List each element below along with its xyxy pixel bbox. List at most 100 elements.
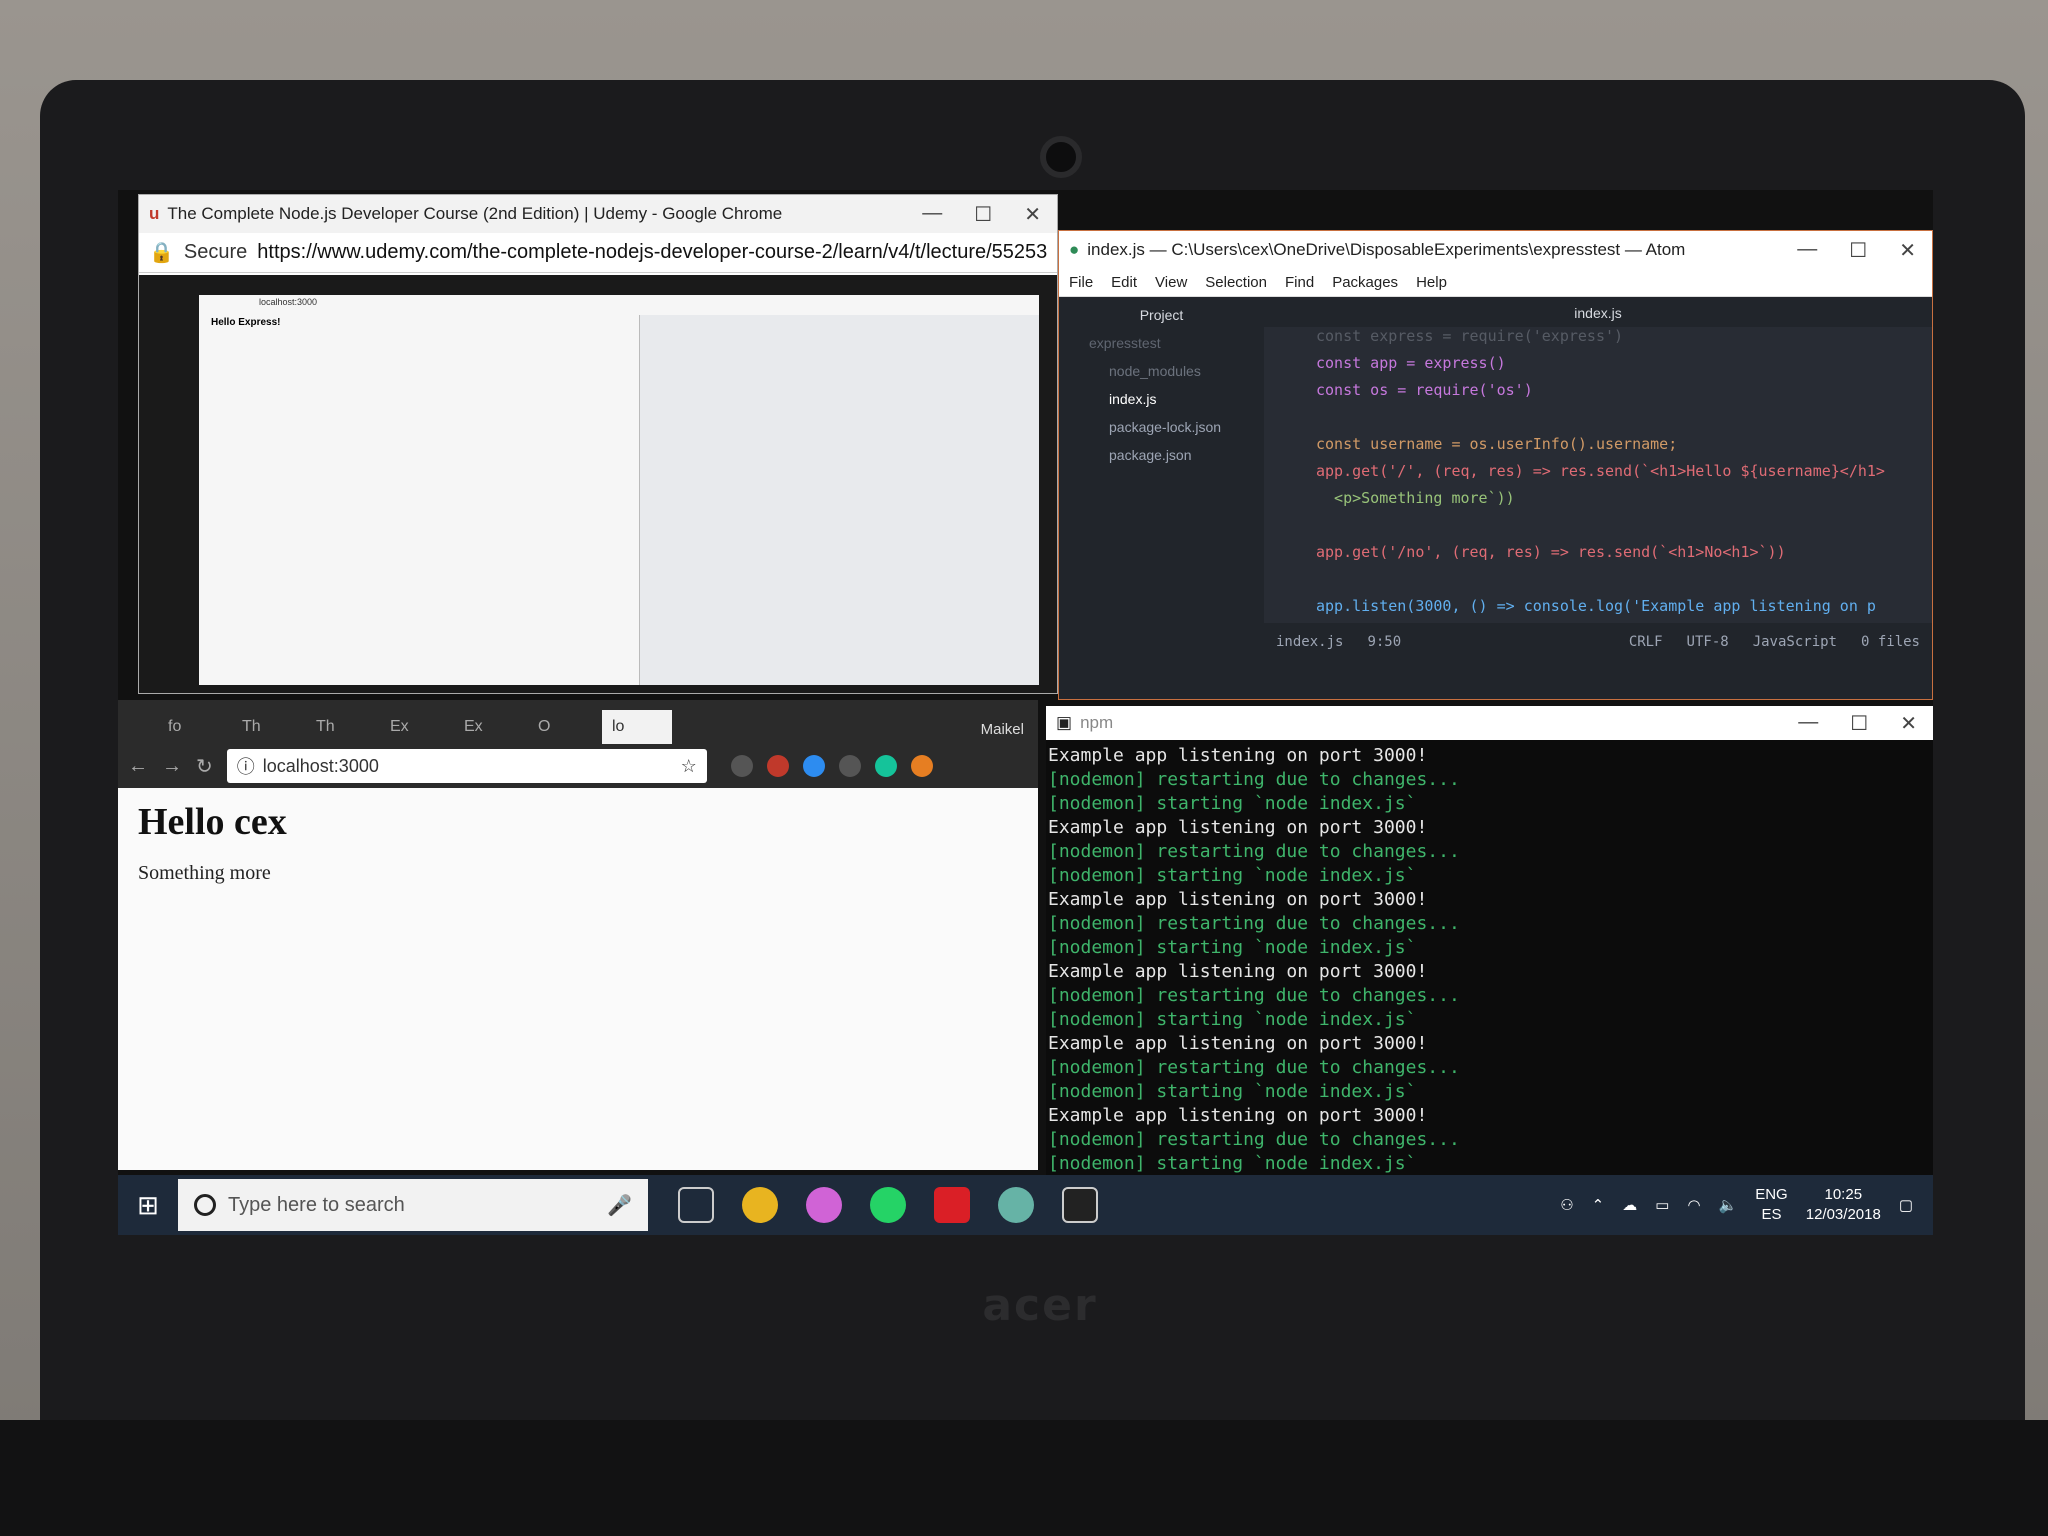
creative-cloud-icon[interactable] xyxy=(934,1187,970,1223)
windows-start-icon[interactable]: ⊞ xyxy=(118,1190,178,1221)
window-title: The Complete Node.js Developer Course (2… xyxy=(167,204,783,223)
minimize-button[interactable]: — xyxy=(1798,711,1818,736)
atom-taskbar-icon[interactable] xyxy=(998,1187,1034,1223)
tab-item[interactable]: Th xyxy=(306,710,376,744)
url-text[interactable]: localhost:3000 xyxy=(263,756,673,777)
tab-item[interactable]: fo xyxy=(158,710,228,744)
grammarly-icon[interactable] xyxy=(874,755,897,777)
terminal-line: Example app listening on port 3000! xyxy=(1048,961,1428,982)
status-encoding[interactable]: UTF-8 xyxy=(1687,634,1729,650)
itunes-icon[interactable] xyxy=(806,1187,842,1223)
url-text[interactable]: https://www.udemy.com/the-complete-nodej… xyxy=(257,241,1047,264)
volume-icon[interactable]: 🔈 xyxy=(1719,1196,1738,1214)
tree-item-node-modules[interactable]: node_modules xyxy=(1059,357,1264,385)
terminal-line: Example app listening on port 3000! xyxy=(1048,1105,1428,1126)
terminal-line: Example app listening on port 3000! xyxy=(1048,817,1428,838)
status-file[interactable]: index.js xyxy=(1276,634,1343,650)
status-cursor[interactable]: 9:50 xyxy=(1367,634,1401,650)
tab-item[interactable]: Ex xyxy=(454,710,524,744)
profile-name[interactable]: Maikel xyxy=(967,715,1038,744)
system-tray: ⚇ ⌃ ☁ ▭ ◠ 🔈 ENG ES 10:25 12/03/2018 ▢ xyxy=(1560,1185,1933,1225)
terminal-output[interactable]: Example app listening on port 3000! [node… xyxy=(1046,740,1933,1176)
menu-selection[interactable]: Selection xyxy=(1205,274,1267,291)
status-eol[interactable]: CRLF xyxy=(1629,634,1663,650)
whatsapp-icon[interactable] xyxy=(870,1187,906,1223)
terminal-line: [nodemon] restarting due to changes... xyxy=(1048,841,1460,862)
status-files[interactable]: 0 files xyxy=(1861,634,1920,650)
editor-tab[interactable]: index.js xyxy=(1264,301,1932,327)
tab-item[interactable]: Th xyxy=(232,710,302,744)
chrome-icon[interactable] xyxy=(742,1187,778,1223)
battery-icon[interactable]: ▭ xyxy=(1655,1196,1669,1214)
terminal-line: [nodemon] restarting due to changes... xyxy=(1048,1129,1460,1150)
video-screen: localhost:3000 Hello Express! xyxy=(199,295,1039,685)
terminal-line: [nodemon] starting `node index.js` xyxy=(1048,1009,1417,1030)
task-view-icon[interactable] xyxy=(678,1187,714,1223)
status-grammar[interactable]: JavaScript xyxy=(1753,634,1837,650)
menu-find[interactable]: Find xyxy=(1285,274,1314,291)
minimize-button[interactable]: — xyxy=(922,202,942,227)
tab-item[interactable]: Ex xyxy=(380,710,450,744)
terminal-line: [nodemon] restarting due to changes... xyxy=(1048,985,1460,1006)
forward-icon[interactable]: → xyxy=(162,755,182,778)
tree-item-index-js[interactable]: index.js xyxy=(1059,385,1264,413)
close-button[interactable]: ✕ xyxy=(1900,711,1917,736)
microphone-icon[interactable]: 🎤 xyxy=(607,1193,632,1218)
lang-secondary: ES xyxy=(1761,1206,1782,1223)
code-editor[interactable]: index.js const express = require('expres… xyxy=(1264,301,1932,661)
tab-item[interactable]: O xyxy=(528,710,598,744)
cortana-icon xyxy=(194,1194,216,1216)
extension-icon[interactable] xyxy=(730,755,753,777)
minimize-button[interactable]: — xyxy=(1797,238,1817,263)
terminal-line: Example app listening on port 3000! xyxy=(1048,889,1428,910)
star-icon[interactable]: ☆ xyxy=(681,756,697,777)
tree-item-expresstest[interactable]: expresstest xyxy=(1059,329,1264,357)
maximize-button[interactable]: ☐ xyxy=(974,202,992,227)
wifi-icon[interactable]: ◠ xyxy=(1687,1196,1700,1214)
atom-icon: ● xyxy=(1069,240,1080,259)
code-line: app.listen(3000, () => console.log('Exam… xyxy=(1316,597,1876,615)
address-bar[interactable]: 🔒 Secure https://www.udemy.com/the-compl… xyxy=(139,233,1057,273)
cmd-icon[interactable] xyxy=(1062,1187,1098,1223)
terminal-line: Example app listening on port 3000! xyxy=(1048,745,1428,766)
lecture-video[interactable]: localhost:3000 Hello Express! xyxy=(139,275,1057,693)
maximize-button[interactable]: ☐ xyxy=(1849,238,1867,263)
menu-edit[interactable]: Edit xyxy=(1111,274,1137,291)
cloud-icon[interactable] xyxy=(802,755,825,777)
title-bar: ● index.js — C:\Users\cex\OneDrive\Dispo… xyxy=(1059,231,1932,269)
tree-item-package-json[interactable]: package.json xyxy=(1059,441,1264,469)
project-header[interactable]: Project xyxy=(1059,301,1264,329)
chrome-window-localhost: fo Th Th Ex Ex O lo Maikel ← → ↻ ⓘ local… xyxy=(118,700,1038,1170)
extension-icon[interactable] xyxy=(910,755,933,777)
adblock-icon[interactable] xyxy=(766,755,789,777)
tab-active[interactable]: lo xyxy=(602,710,672,744)
menu-view[interactable]: View xyxy=(1155,274,1187,291)
close-button[interactable]: ✕ xyxy=(1024,202,1041,227)
tree-item-package-lock[interactable]: package-lock.json xyxy=(1059,413,1264,441)
notification-icon[interactable]: ▢ xyxy=(1899,1196,1913,1214)
search-box[interactable]: Type here to search 🎤 xyxy=(178,1179,648,1231)
people-icon[interactable]: ⚇ xyxy=(1560,1196,1573,1214)
terminal-line: [nodemon] restarting due to changes... xyxy=(1048,769,1460,790)
extension-icon[interactable] xyxy=(838,755,861,777)
menu-file[interactable]: File xyxy=(1069,274,1093,291)
omnibox[interactable]: ⓘ localhost:3000 ☆ xyxy=(226,749,707,783)
laptop-base xyxy=(0,1420,2048,1536)
info-icon[interactable]: ⓘ xyxy=(237,753,255,779)
code-line: app.get('/no', (req, res) => res.send(`<… xyxy=(1316,543,1786,561)
close-button[interactable]: ✕ xyxy=(1899,238,1916,263)
title-bar: ▣ npm — ☐ ✕ xyxy=(1046,706,1933,740)
menu-packages[interactable]: Packages xyxy=(1332,274,1398,291)
language-indicator[interactable]: ENG ES xyxy=(1755,1185,1788,1225)
onedrive-icon[interactable]: ☁ xyxy=(1622,1196,1637,1214)
code-lines: const express = require('express') const… xyxy=(1316,327,1885,624)
pinned-apps xyxy=(678,1187,1098,1223)
devtools-panel xyxy=(639,315,1039,685)
menu-help[interactable]: Help xyxy=(1416,274,1447,291)
chevron-up-icon[interactable]: ⌃ xyxy=(1592,1196,1605,1214)
reload-icon[interactable]: ↻ xyxy=(196,754,213,779)
clock[interactable]: 10:25 12/03/2018 xyxy=(1806,1185,1881,1225)
maximize-button[interactable]: ☐ xyxy=(1850,711,1868,736)
back-icon[interactable]: ← xyxy=(128,755,148,778)
